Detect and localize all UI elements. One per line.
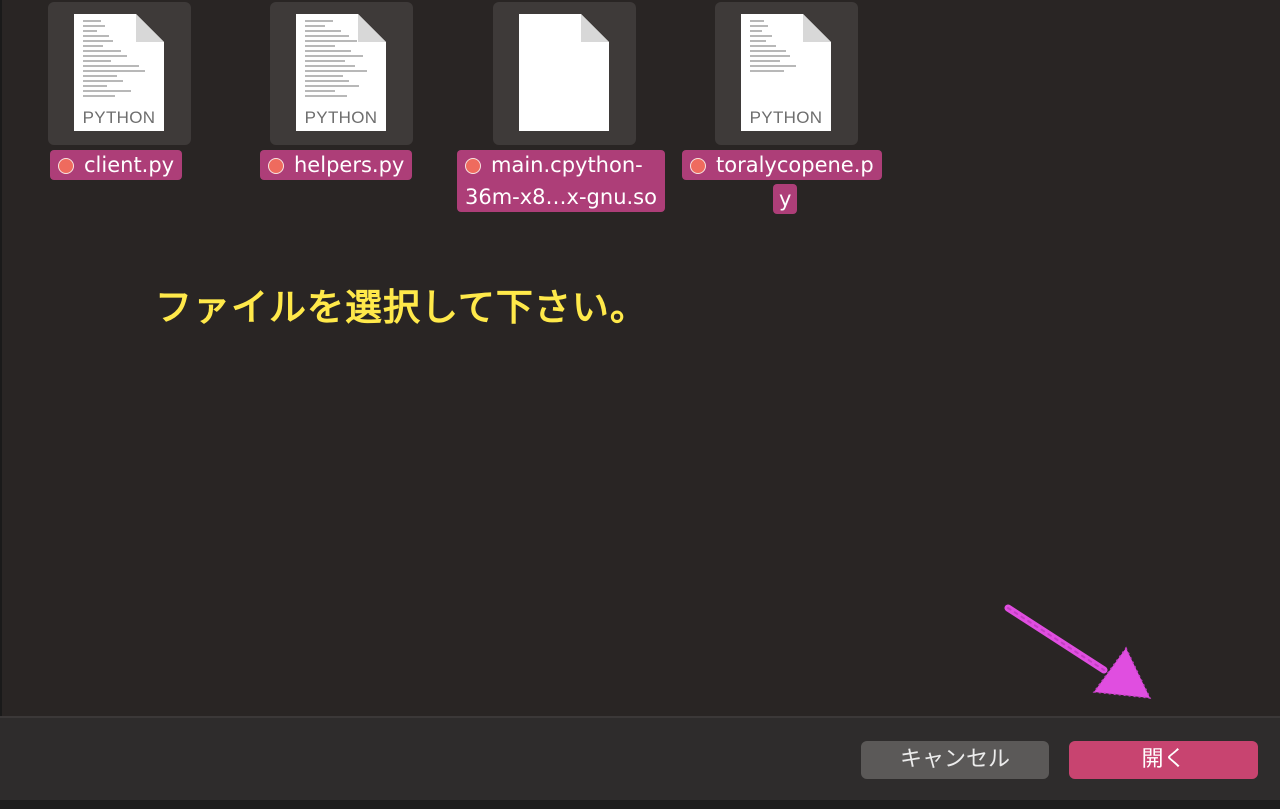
file-thumbnail[interactable]: PYTHON: [715, 2, 858, 145]
python-document-icon: PYTHON: [296, 14, 386, 131]
python-document-icon: PYTHON: [74, 14, 164, 131]
red-tag-icon: [268, 158, 284, 174]
file-browser-area: PYTHON client.py PYTHON helpers.py main.…: [2, 0, 1280, 716]
file-open-dialog: PYTHON client.py PYTHON helpers.py main.…: [0, 0, 1280, 809]
file-item-main-so[interactable]: main.cpython- 36m-x8…x-gnu.so: [457, 0, 723, 220]
file-thumbnail[interactable]: PYTHON: [270, 2, 413, 145]
file-type-label: PYTHON: [82, 108, 156, 127]
file-name-label[interactable]: helpers.py: [260, 150, 413, 180]
red-tag-icon: [58, 158, 74, 174]
file-item-toralycopene[interactable]: PYTHON toralycopene.p y: [682, 0, 945, 220]
file-item-client[interactable]: PYTHON client.py: [48, 0, 278, 220]
file-name-label-overflow[interactable]: y: [773, 184, 798, 214]
annotation-arrow-icon: [1004, 604, 1152, 699]
file-thumbnail[interactable]: [493, 2, 636, 145]
red-tag-icon: [690, 158, 706, 174]
python-document-icon: PYTHON: [741, 14, 831, 131]
file-name-label[interactable]: toralycopene.p: [682, 150, 882, 180]
cancel-button[interactable]: キャンセル: [861, 741, 1049, 779]
file-name-label[interactable]: main.cpython- 36m-x8…x-gnu.so: [457, 150, 665, 212]
red-tag-icon: [465, 158, 481, 174]
window-bottom-edge: [0, 800, 1280, 809]
file-name-label[interactable]: client.py: [50, 150, 183, 180]
blank-document-icon: [519, 14, 609, 131]
file-type-label: PYTHON: [749, 108, 823, 127]
instruction-text: ファイルを選択して下さい。: [155, 286, 648, 329]
file-thumbnail[interactable]: PYTHON: [48, 2, 191, 145]
open-button[interactable]: 開く: [1069, 741, 1258, 779]
file-type-label: PYTHON: [304, 108, 378, 127]
